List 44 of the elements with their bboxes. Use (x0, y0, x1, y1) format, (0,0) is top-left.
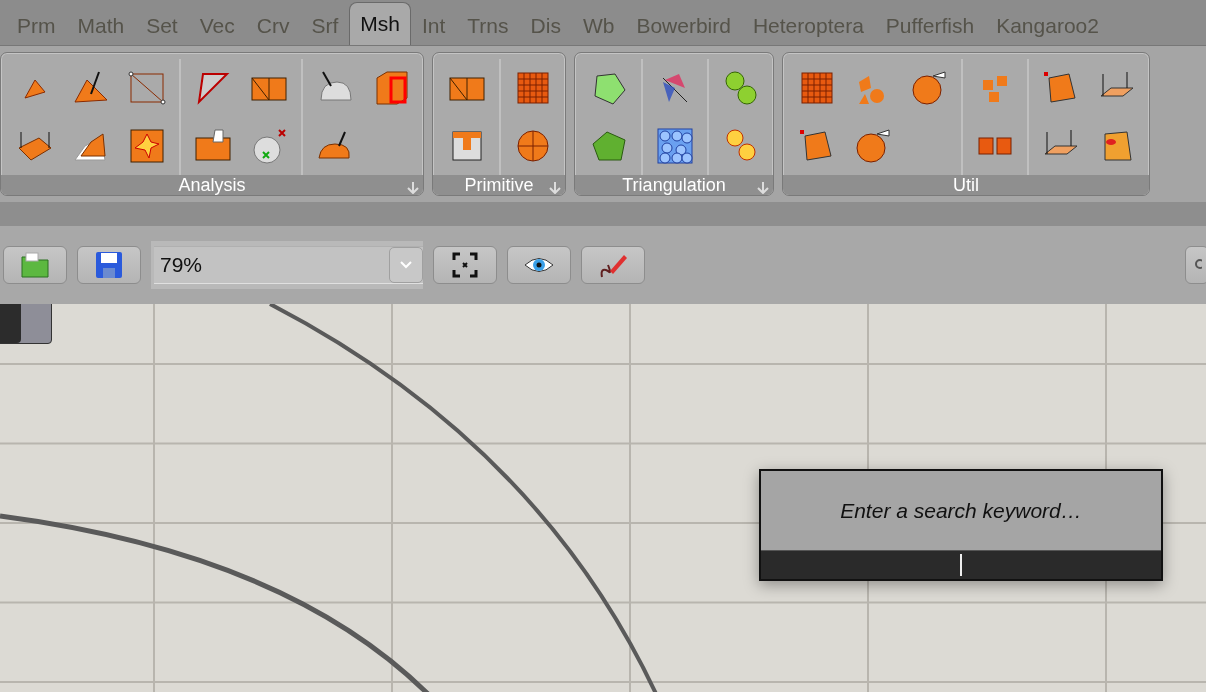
panel-title: Triangulation (622, 175, 726, 195)
dropdown-button[interactable] (389, 247, 423, 283)
ribbon-tab[interactable]: Prm (6, 6, 67, 45)
ribbon-tab[interactable]: Heteroptera (741, 6, 875, 45)
open-button[interactable] (3, 246, 67, 284)
star-mesh-icon[interactable] (127, 126, 167, 166)
save-button[interactable] (77, 246, 141, 284)
expand-arrow-icon[interactable] (407, 182, 419, 194)
expand-arrow-icon[interactable] (549, 182, 561, 194)
preview-button[interactable] (507, 246, 571, 284)
ribbon-tab[interactable]: Dis (519, 6, 572, 45)
toolbar-button[interactable] (1185, 246, 1206, 284)
panel-title: Util (953, 175, 979, 195)
folder-icon (20, 251, 50, 279)
ribbon-tab[interactable]: Kangaroo2 (985, 6, 1110, 45)
panel-title: Analysis (178, 175, 246, 195)
expand-arrow-icon[interactable] (757, 182, 769, 194)
sketch-button[interactable] (581, 246, 645, 284)
text-cursor (960, 554, 962, 576)
zoom-extents-icon (452, 252, 478, 278)
ribbon-tab[interactable]: Trns (456, 6, 520, 45)
curve[interactable] (269, 304, 660, 692)
search-prompt: Enter a search keyword… (839, 497, 1083, 524)
ribbon-tab[interactable]: Srf (300, 6, 350, 45)
component-node[interactable] (0, 304, 52, 344)
zoom-extents-button[interactable] (433, 246, 497, 284)
canvas[interactable]: Enter a search keyword… (0, 304, 1206, 692)
sphere-brush-icon[interactable] (909, 68, 949, 108)
ribbon-tab[interactable]: Wb (571, 6, 626, 45)
panel-title: Primitive (464, 175, 534, 195)
ribbon-tab[interactable]: Set (135, 6, 189, 45)
zoom-combo-box[interactable]: 79% (154, 246, 423, 284)
ribbon-tab[interactable]: Bowerbird (625, 6, 742, 45)
ribbon-tab[interactable]: Vec (188, 6, 246, 45)
ribbon-tab[interactable]: Msh (349, 2, 411, 45)
eye-icon (524, 256, 554, 274)
ribbon-tab[interactable]: Pufferfish (874, 6, 986, 45)
ribbon-tab[interactable]: Int (410, 6, 457, 45)
ribbon-tab[interactable]: Crv (245, 6, 301, 45)
ribbon-tab[interactable]: Math (66, 6, 136, 45)
chevron-down-icon (399, 260, 413, 270)
bubbles-icon[interactable] (655, 126, 695, 166)
search-field[interactable] (761, 550, 1161, 579)
sphere-brush-icon[interactable] (853, 126, 893, 166)
